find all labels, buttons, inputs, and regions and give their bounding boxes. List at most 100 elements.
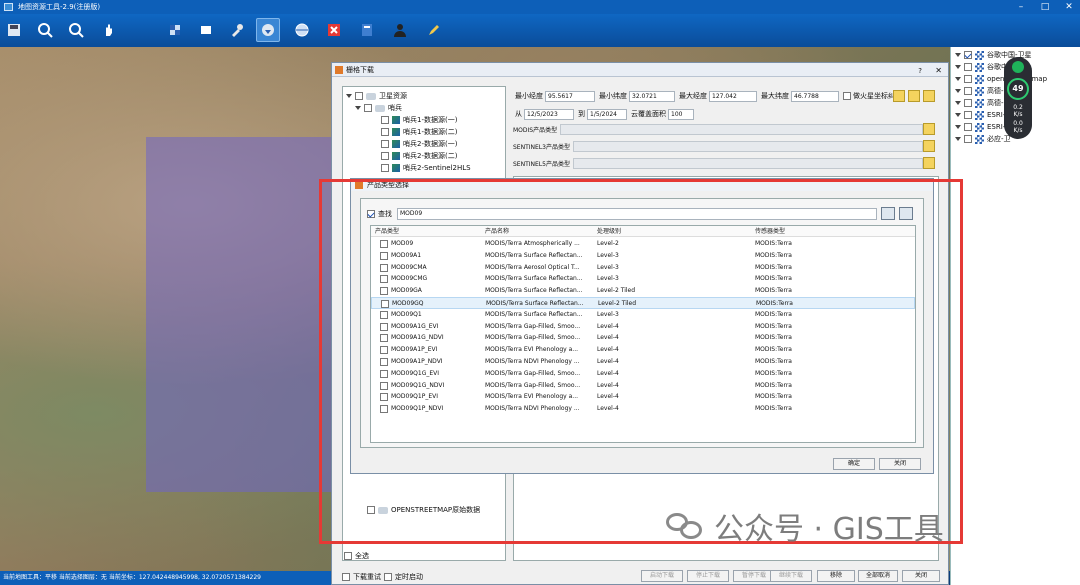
tree-node-item[interactable]: 哨兵2-数据源(一) xyxy=(381,138,457,150)
continue-download-button[interactable]: 继续下载 xyxy=(770,570,812,582)
layer-checkbox[interactable] xyxy=(964,51,972,59)
satellite-icon xyxy=(392,164,400,172)
remove-button[interactable]: 移除 xyxy=(817,570,855,582)
layer-checkbox[interactable] xyxy=(964,99,972,107)
download-globe-icon[interactable] xyxy=(256,18,280,42)
status-bar: 当前地图工具：平移 当前选择图层：无 当前坐标：127.042448945998… xyxy=(0,571,340,585)
schedule-checkbox[interactable]: 定时启动 xyxy=(384,571,423,583)
dialog-footer: 下载重试 定时启动 启动下载 停止下载 暂停下载 继续下载 移除 全部取消 关闭 xyxy=(336,568,948,584)
tree-checkbox[interactable] xyxy=(381,140,389,148)
sentinel5-product-field[interactable] xyxy=(572,157,923,169)
modis-product-field[interactable] xyxy=(560,123,923,135)
retry-checkbox[interactable]: 下载重试 xyxy=(342,571,381,583)
layer-icon xyxy=(975,50,984,60)
max-lat-field[interactable]: 46.7788 xyxy=(791,90,839,102)
layer-icon xyxy=(975,122,984,132)
modis-browse-icon[interactable] xyxy=(923,123,935,135)
zoom-out-icon[interactable] xyxy=(64,18,88,42)
download-speed: 0.0 xyxy=(1013,120,1023,127)
layer-icon xyxy=(975,134,984,144)
globe-icon[interactable] xyxy=(290,18,314,42)
minimize-button[interactable]: – xyxy=(1010,0,1032,14)
sentinel3-browse-icon[interactable] xyxy=(923,140,935,152)
start-download-button[interactable]: 启动下载 xyxy=(641,570,683,582)
tree-node-item[interactable]: 哨兵1-数据源(一) xyxy=(381,114,457,126)
layer-icon xyxy=(975,98,984,108)
zoom-in-icon[interactable] xyxy=(33,18,57,42)
help-button[interactable]: ? xyxy=(918,64,922,78)
tools-icon[interactable] xyxy=(225,18,249,42)
book-icon[interactable] xyxy=(355,18,379,42)
pan-hand-icon[interactable] xyxy=(97,18,121,42)
tree-checkbox[interactable] xyxy=(381,128,389,136)
layer-item[interactable]: ESRI- xyxy=(955,109,1005,121)
layer-checkbox[interactable] xyxy=(964,123,972,131)
layer-checkbox[interactable] xyxy=(964,111,972,119)
fire-correct-checkbox[interactable] xyxy=(843,92,851,100)
pick-extent-icon[interactable] xyxy=(908,90,920,102)
min-lat-field[interactable]: 32.0721 xyxy=(629,90,675,102)
tree-node-item[interactable]: 哨兵1-数据源(二) xyxy=(381,126,457,138)
tree-node-item[interactable]: 哨兵2-数据源(二) xyxy=(381,150,457,162)
watermark: 公众号 · GIS工具 xyxy=(666,506,944,547)
stop-download-button[interactable]: 停止下载 xyxy=(687,570,729,582)
app-title: 地图资源工具-2.9(注册版) xyxy=(18,3,101,11)
layer-item[interactable]: open map xyxy=(955,73,1047,85)
layer-item[interactable]: 高德- xyxy=(955,85,1004,97)
date-from-field[interactable]: 12/5/2023 xyxy=(524,108,574,120)
folder-icon xyxy=(375,104,385,112)
satellite-icon xyxy=(392,140,400,148)
layers-icon[interactable] xyxy=(163,18,187,42)
layer-item[interactable]: 高德- xyxy=(955,97,1004,109)
close-window-button[interactable]: ✕ xyxy=(1058,0,1080,14)
pen-icon[interactable] xyxy=(422,18,446,42)
dialog-close-button[interactable]: ✕ xyxy=(935,64,942,78)
shield-check-icon xyxy=(1012,61,1024,73)
map-extent-icon[interactable] xyxy=(893,90,905,102)
max-lon-field[interactable]: 127.042 xyxy=(709,90,757,102)
layer-item[interactable]: 必应-卫 xyxy=(955,133,1011,145)
layer-checkbox[interactable] xyxy=(964,87,972,95)
tree-checkbox[interactable] xyxy=(364,104,372,112)
min-lon-field[interactable]: 95.5617 xyxy=(545,90,595,102)
folder-open-icon[interactable] xyxy=(923,90,935,102)
save-icon[interactable] xyxy=(2,18,26,42)
date-to-field[interactable]: 1/5/2024 xyxy=(587,108,627,120)
dialog-icon xyxy=(335,66,343,74)
cloud-field[interactable]: 100 xyxy=(668,108,694,120)
dialog-close-bottom-button[interactable]: 关闭 xyxy=(902,570,940,582)
user-icon[interactable] xyxy=(388,18,412,42)
pause-download-button[interactable]: 暂停下载 xyxy=(733,570,775,582)
layer-item[interactable]: 谷歌中 xyxy=(955,61,1008,73)
checkbox[interactable] xyxy=(342,573,350,581)
tree-node-item[interactable]: 哨兵2-Sentinel2HLS xyxy=(381,162,471,174)
tree-checkbox[interactable] xyxy=(355,92,363,100)
select-all-checkbox[interactable]: 全选 xyxy=(344,550,369,562)
sentinel3-product-field[interactable] xyxy=(572,140,923,152)
tree-checkbox[interactable] xyxy=(381,116,389,124)
layer-icon xyxy=(975,62,984,72)
close-red-icon[interactable] xyxy=(322,18,346,42)
layer-checkbox[interactable] xyxy=(964,63,972,71)
sentinel5-product-row: SENTINEL5产品类型 xyxy=(513,157,923,169)
select-icon[interactable] xyxy=(194,18,218,42)
satellite-icon xyxy=(392,116,400,124)
tree-node-group[interactable]: 哨兵 xyxy=(355,102,402,114)
layer-item[interactable]: ESRI- xyxy=(955,121,1005,133)
tree-checkbox[interactable] xyxy=(381,152,389,160)
folder-icon xyxy=(366,92,376,100)
cancel-all-button[interactable]: 全部取消 xyxy=(858,570,898,582)
maximize-button[interactable]: □ xyxy=(1034,0,1056,14)
tree-node-root[interactable]: 卫星资源 xyxy=(346,90,407,102)
sentinel5-browse-icon[interactable] xyxy=(923,157,935,169)
upload-speed: 0.2 xyxy=(1013,104,1023,111)
layer-checkbox[interactable] xyxy=(964,75,972,83)
tree-checkbox[interactable] xyxy=(381,164,389,172)
checkbox[interactable] xyxy=(384,573,392,581)
sentinel3-product-row: SENTINEL3产品类型 xyxy=(513,140,923,152)
date-row: 从 12/5/2023 到 1/5/2024 云覆盖面积 100 xyxy=(515,108,694,120)
modis-product-row: MODIS产品类型 xyxy=(513,123,923,135)
layer-checkbox[interactable] xyxy=(964,135,972,143)
wechat-icon xyxy=(666,511,706,541)
checkbox[interactable] xyxy=(344,552,352,560)
